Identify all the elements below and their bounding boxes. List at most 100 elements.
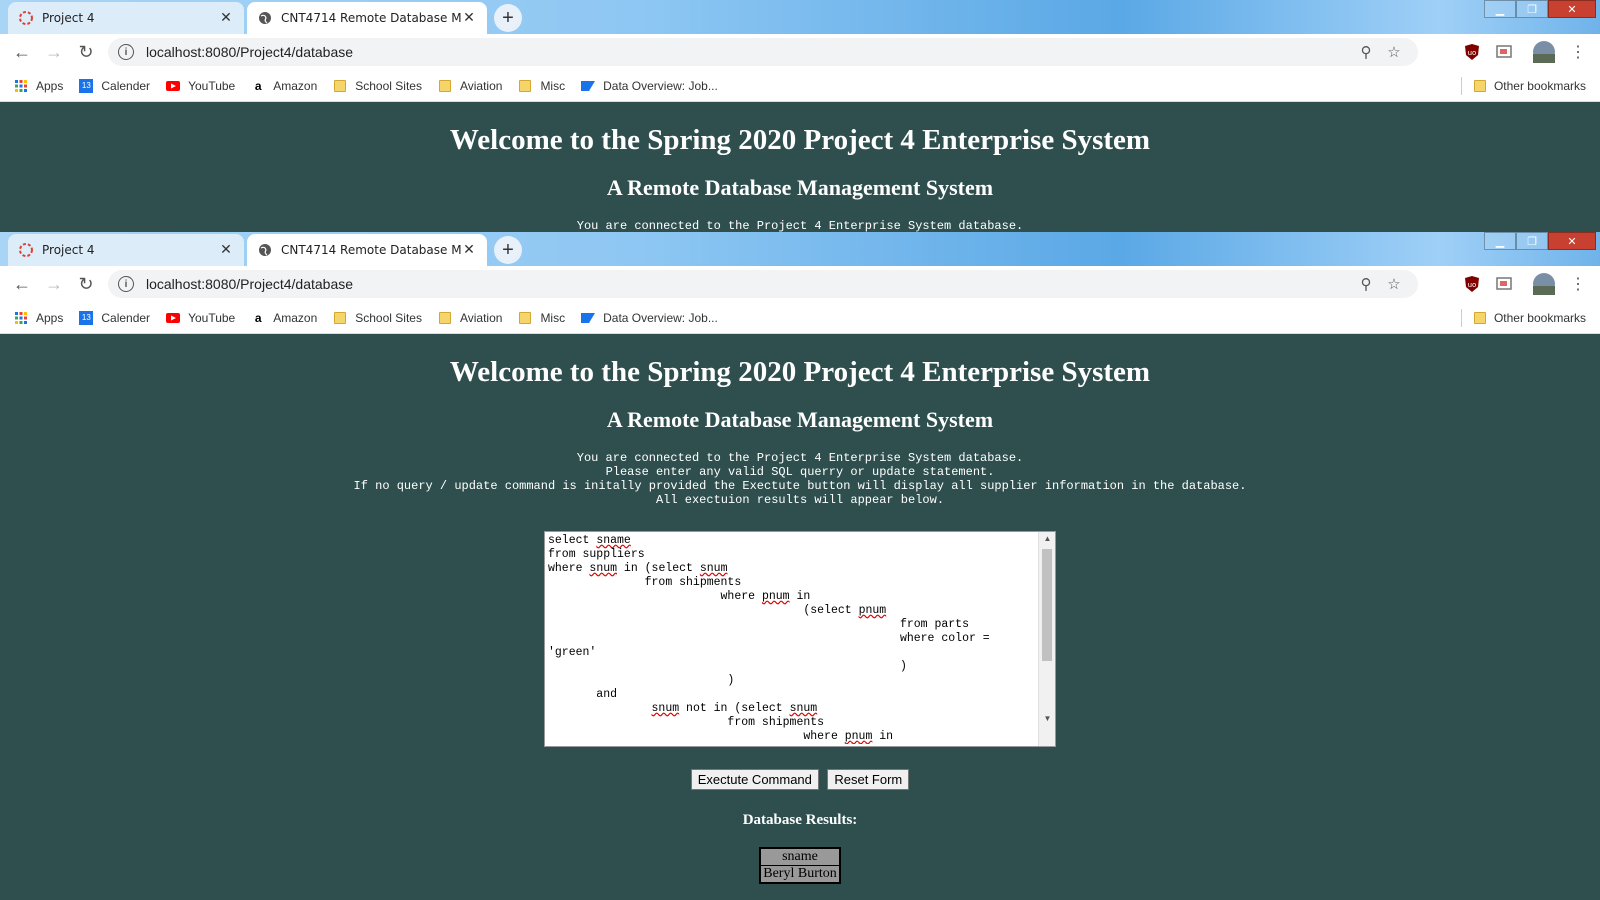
sql-query-textarea[interactable]: select sname from suppliers where snum in … bbox=[544, 531, 1056, 747]
scroll-down-icon[interactable]: ▼ bbox=[1039, 712, 1056, 726]
close-tab-icon[interactable]: ✕ bbox=[218, 242, 234, 258]
bookmark-apps[interactable]: Apps bbox=[14, 79, 63, 93]
info-icon[interactable]: i bbox=[118, 44, 134, 60]
zoom-icon[interactable]: ⚲ bbox=[1352, 275, 1380, 293]
minimize-icon[interactable]: ▁ bbox=[1484, 0, 1516, 18]
restore-icon[interactable]: ❐ bbox=[1516, 0, 1548, 18]
other-bookmarks-label: Other bookmarks bbox=[1493, 311, 1586, 325]
apps-grid-icon bbox=[14, 79, 28, 93]
scroll-up-icon[interactable]: ▲ bbox=[1039, 532, 1056, 546]
cast-icon[interactable] bbox=[1492, 40, 1516, 64]
close-tab-icon[interactable]: ✕ bbox=[218, 10, 234, 26]
bookmark-calender[interactable]: 13 Calender bbox=[79, 310, 151, 325]
bookmark-label: Apps bbox=[36, 310, 64, 325]
bookmark-calender[interactable]: 13 Calender bbox=[79, 78, 151, 93]
forward-icon[interactable]: → bbox=[38, 268, 70, 300]
bookmark-label: Calender bbox=[101, 78, 151, 93]
bookmark-amazon[interactable]: a Amazon bbox=[251, 311, 317, 325]
bookmark-label: Calender bbox=[101, 310, 151, 325]
sap-icon bbox=[581, 311, 596, 325]
bookmark-school-sites[interactable]: School Sites bbox=[333, 79, 422, 93]
bookmark-label: Data Overview: Job... bbox=[603, 310, 718, 325]
back-icon[interactable]: ← bbox=[6, 268, 38, 300]
scrollbar-thumb[interactable] bbox=[1042, 549, 1052, 661]
folder-icon bbox=[438, 79, 452, 93]
page-subtitle: A Remote Database Management System bbox=[606, 175, 994, 200]
sql-line: where snum in (select snum bbox=[548, 562, 728, 575]
close-window-icon[interactable]: ✕ bbox=[1548, 232, 1596, 250]
tab-project-4[interactable]: Project 4 ✕ bbox=[8, 2, 244, 34]
address-bar[interactable]: i localhost:8080/Project4/database ⚲ ☆ bbox=[108, 270, 1418, 298]
cast-icon[interactable] bbox=[1492, 272, 1516, 296]
window-controls: ▁ ❐ ✕ bbox=[1484, 0, 1596, 18]
sql-query-text[interactable]: select sname from suppliers where snum in … bbox=[545, 532, 1035, 744]
other-bookmarks-label: Other bookmarks bbox=[1493, 79, 1586, 93]
close-window-icon[interactable]: ✕ bbox=[1548, 0, 1596, 18]
ublock-icon[interactable]: uo bbox=[1460, 40, 1484, 64]
back-icon[interactable]: ← bbox=[6, 36, 38, 68]
apps-grid-icon bbox=[14, 311, 28, 325]
avatar[interactable] bbox=[1532, 272, 1556, 296]
zoom-icon[interactable]: ⚲ bbox=[1352, 43, 1380, 61]
tab-database[interactable]: CNT4714 Remote Database Man ✕ bbox=[247, 2, 487, 34]
other-bookmarks[interactable]: Other bookmarks bbox=[1460, 302, 1586, 334]
tab-project-4[interactable]: Project 4 ✕ bbox=[8, 234, 244, 266]
info-line: If no query / update command is initally… bbox=[353, 479, 1247, 493]
info-icon[interactable]: i bbox=[118, 276, 134, 292]
info-line: You are connected to the Project 4 Enter… bbox=[576, 219, 1024, 232]
star-icon[interactable]: ☆ bbox=[1380, 275, 1408, 293]
forward-icon[interactable]: → bbox=[38, 36, 70, 68]
sql-line: from shipments bbox=[548, 716, 825, 729]
bookmark-aviation[interactable]: Aviation bbox=[438, 79, 502, 93]
new-tab-button[interactable]: + bbox=[494, 236, 522, 264]
tab-title: CNT4714 Remote Database Man bbox=[281, 243, 461, 257]
bookmark-data-overview[interactable]: Data Overview: Job... bbox=[581, 79, 718, 93]
bookmark-aviation[interactable]: Aviation bbox=[438, 311, 502, 325]
sql-line: from suppliers bbox=[548, 548, 645, 561]
sql-line: from shipments bbox=[548, 576, 742, 589]
browser-window-main: Project 4 ✕ CNT4714 Remote Database Man … bbox=[0, 232, 1600, 900]
execute-command-button[interactable]: Exectute Command bbox=[690, 769, 819, 790]
reload-icon[interactable]: ↻ bbox=[70, 36, 102, 68]
sap-icon bbox=[581, 79, 596, 93]
minimize-icon[interactable]: ▁ bbox=[1484, 232, 1516, 250]
bookmark-youtube[interactable]: YouTube bbox=[166, 79, 235, 93]
reset-form-button[interactable]: Reset Form bbox=[827, 769, 910, 790]
avatar[interactable] bbox=[1532, 40, 1556, 64]
menu-icon[interactable]: ⋮ bbox=[1566, 40, 1590, 64]
restore-icon[interactable]: ❐ bbox=[1516, 232, 1548, 250]
browser-toolbar: ← → ↻ i localhost:8080/Project4/database… bbox=[0, 34, 1600, 70]
bookmark-label: YouTube bbox=[188, 78, 236, 93]
bookmark-amazon[interactable]: a Amazon bbox=[251, 79, 317, 93]
bookmark-youtube[interactable]: YouTube bbox=[166, 311, 235, 325]
other-bookmarks[interactable]: Other bookmarks bbox=[1460, 70, 1586, 102]
bookmarks-bar: Apps 13 Calender YouTube a Amazon School… bbox=[0, 70, 1600, 102]
address-bar[interactable]: i localhost:8080/Project4/database ⚲ ☆ bbox=[108, 38, 1418, 66]
globe-icon bbox=[257, 242, 273, 258]
close-tab-icon[interactable]: ✕ bbox=[461, 10, 477, 26]
sql-line: ) bbox=[548, 674, 735, 687]
amazon-icon: a bbox=[254, 78, 262, 93]
bookmark-school-sites[interactable]: School Sites bbox=[333, 311, 422, 325]
globe-icon bbox=[257, 10, 273, 26]
folder-icon bbox=[518, 311, 532, 325]
tab-database[interactable]: CNT4714 Remote Database Man ✕ bbox=[247, 234, 487, 266]
ublock-icon[interactable]: uo bbox=[1460, 272, 1484, 296]
bookmark-apps[interactable]: Apps bbox=[14, 311, 63, 325]
bookmark-label: Misc bbox=[540, 78, 566, 93]
page-title: Welcome to the Spring 2020 Project 4 Ent… bbox=[449, 356, 1151, 388]
star-icon[interactable]: ☆ bbox=[1380, 43, 1408, 61]
calendar-icon: 13 bbox=[79, 310, 94, 325]
form-buttons: Exectute Command Reset Form bbox=[0, 769, 1600, 790]
close-tab-icon[interactable]: ✕ bbox=[461, 242, 477, 258]
reload-icon[interactable]: ↻ bbox=[70, 268, 102, 300]
sql-line: where color = bbox=[548, 632, 990, 645]
new-tab-button[interactable]: + bbox=[494, 4, 522, 32]
textarea-scrollbar[interactable]: ▲ ▼ bbox=[1038, 532, 1055, 746]
bookmark-misc[interactable]: Misc bbox=[518, 311, 565, 325]
menu-icon[interactable]: ⋮ bbox=[1566, 272, 1590, 296]
tab-title: Project 4 bbox=[42, 243, 95, 257]
connection-info: You are connected to the Project 4 Enter… bbox=[0, 451, 1600, 507]
bookmark-data-overview[interactable]: Data Overview: Job... bbox=[581, 311, 718, 325]
bookmark-misc[interactable]: Misc bbox=[518, 79, 565, 93]
